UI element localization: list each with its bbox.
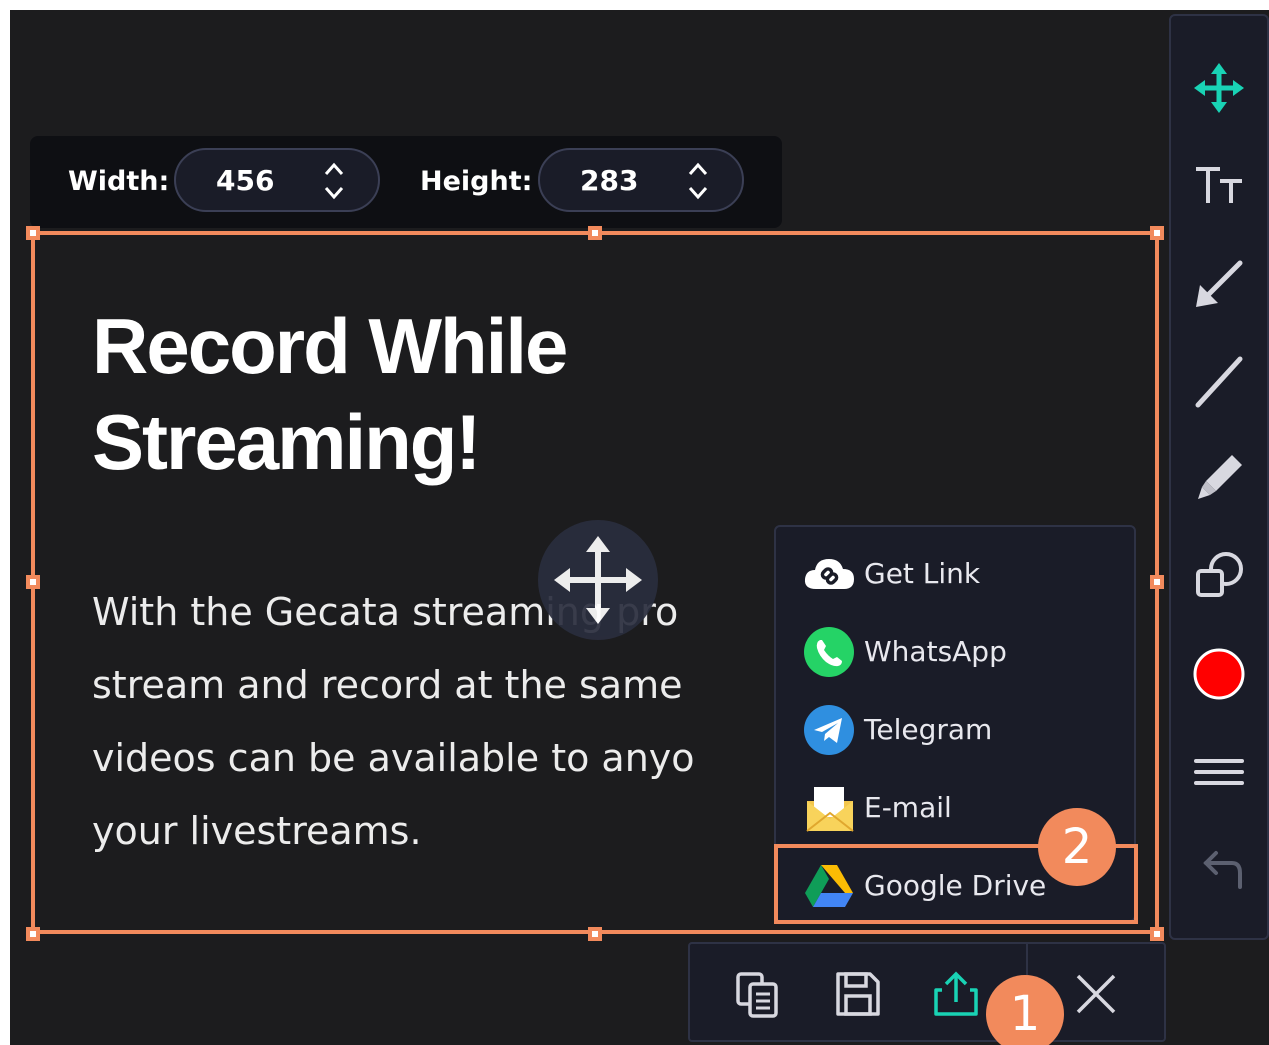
whatsapp-icon xyxy=(804,627,854,677)
tool-text[interactable] xyxy=(1171,146,1267,226)
menu-item-get-link[interactable]: Get Link xyxy=(776,535,1134,613)
tool-undo[interactable] xyxy=(1171,830,1267,910)
resize-handle-left[interactable] xyxy=(26,575,40,589)
resize-handle-bottom-right[interactable] xyxy=(1150,927,1164,941)
tool-line[interactable] xyxy=(1171,342,1267,422)
resize-handle-top[interactable] xyxy=(588,226,602,240)
tool-shapes[interactable] xyxy=(1171,536,1267,616)
line-icon[interactable] xyxy=(1192,355,1246,409)
menu-item-label: Telegram xyxy=(864,713,993,746)
width-label: Width: xyxy=(68,166,170,197)
menu-item-whatsapp[interactable]: WhatsApp xyxy=(776,613,1134,691)
share-icon[interactable] xyxy=(930,968,982,1020)
arrow-icon[interactable] xyxy=(1192,257,1246,311)
move-handle[interactable] xyxy=(538,520,658,640)
email-icon xyxy=(806,787,854,832)
tool-arrow[interactable] xyxy=(1171,244,1267,324)
menu-item-label: E-mail xyxy=(864,791,952,824)
height-label: Height: xyxy=(420,166,533,197)
move-icon[interactable] xyxy=(538,520,658,640)
share-button[interactable] xyxy=(926,964,986,1024)
menu-item-label: WhatsApp xyxy=(864,635,1007,668)
resize-handle-bottom-left[interactable] xyxy=(26,927,40,941)
stepper-arrows-icon[interactable] xyxy=(686,160,710,202)
size-controls-bar: Width: 456 Height: 283 xyxy=(30,136,782,228)
shapes-icon[interactable] xyxy=(1192,549,1246,603)
marker-icon[interactable] xyxy=(1192,451,1246,505)
resize-handle-top-right[interactable] xyxy=(1150,226,1164,240)
tool-marker[interactable] xyxy=(1171,438,1267,518)
resize-handle-right[interactable] xyxy=(1150,575,1164,589)
close-button[interactable] xyxy=(1066,964,1126,1024)
copy-button[interactable] xyxy=(728,964,788,1024)
save-icon[interactable] xyxy=(832,968,884,1020)
menu-item-label: Get Link xyxy=(864,557,981,590)
copy-icon[interactable] xyxy=(732,968,784,1020)
stepper-arrows-icon[interactable] xyxy=(322,160,346,202)
drawing-toolbar xyxy=(1169,14,1269,940)
telegram-icon xyxy=(804,705,854,755)
menu-item-telegram[interactable]: Telegram xyxy=(776,691,1134,769)
width-value[interactable]: 456 xyxy=(216,164,274,197)
undo-icon[interactable] xyxy=(1192,843,1246,897)
color-icon[interactable] xyxy=(1192,647,1246,701)
move-icon[interactable] xyxy=(1192,61,1246,115)
resize-handle-top-left[interactable] xyxy=(26,226,40,240)
tool-line-width[interactable] xyxy=(1171,732,1267,812)
line-width-icon[interactable] xyxy=(1192,745,1246,799)
cloud-link-icon xyxy=(804,559,854,589)
tool-color[interactable] xyxy=(1171,634,1267,714)
screenshot-editor: Width: 456 Height: 283 Record While Stre… xyxy=(10,10,1269,1045)
close-icon[interactable] xyxy=(1070,968,1122,1020)
text-size-icon[interactable] xyxy=(1192,159,1246,213)
bottom-action-bar xyxy=(688,942,1166,1042)
width-stepper[interactable]: 456 xyxy=(174,148,380,212)
step-badge-2: 2 xyxy=(1038,808,1116,886)
height-value[interactable]: 283 xyxy=(580,164,638,197)
height-stepper[interactable]: 283 xyxy=(538,148,744,212)
resize-handle-bottom[interactable] xyxy=(588,927,602,941)
tool-move[interactable] xyxy=(1171,48,1267,128)
save-button[interactable] xyxy=(828,964,888,1024)
step-badge-1: 1 xyxy=(986,975,1064,1045)
